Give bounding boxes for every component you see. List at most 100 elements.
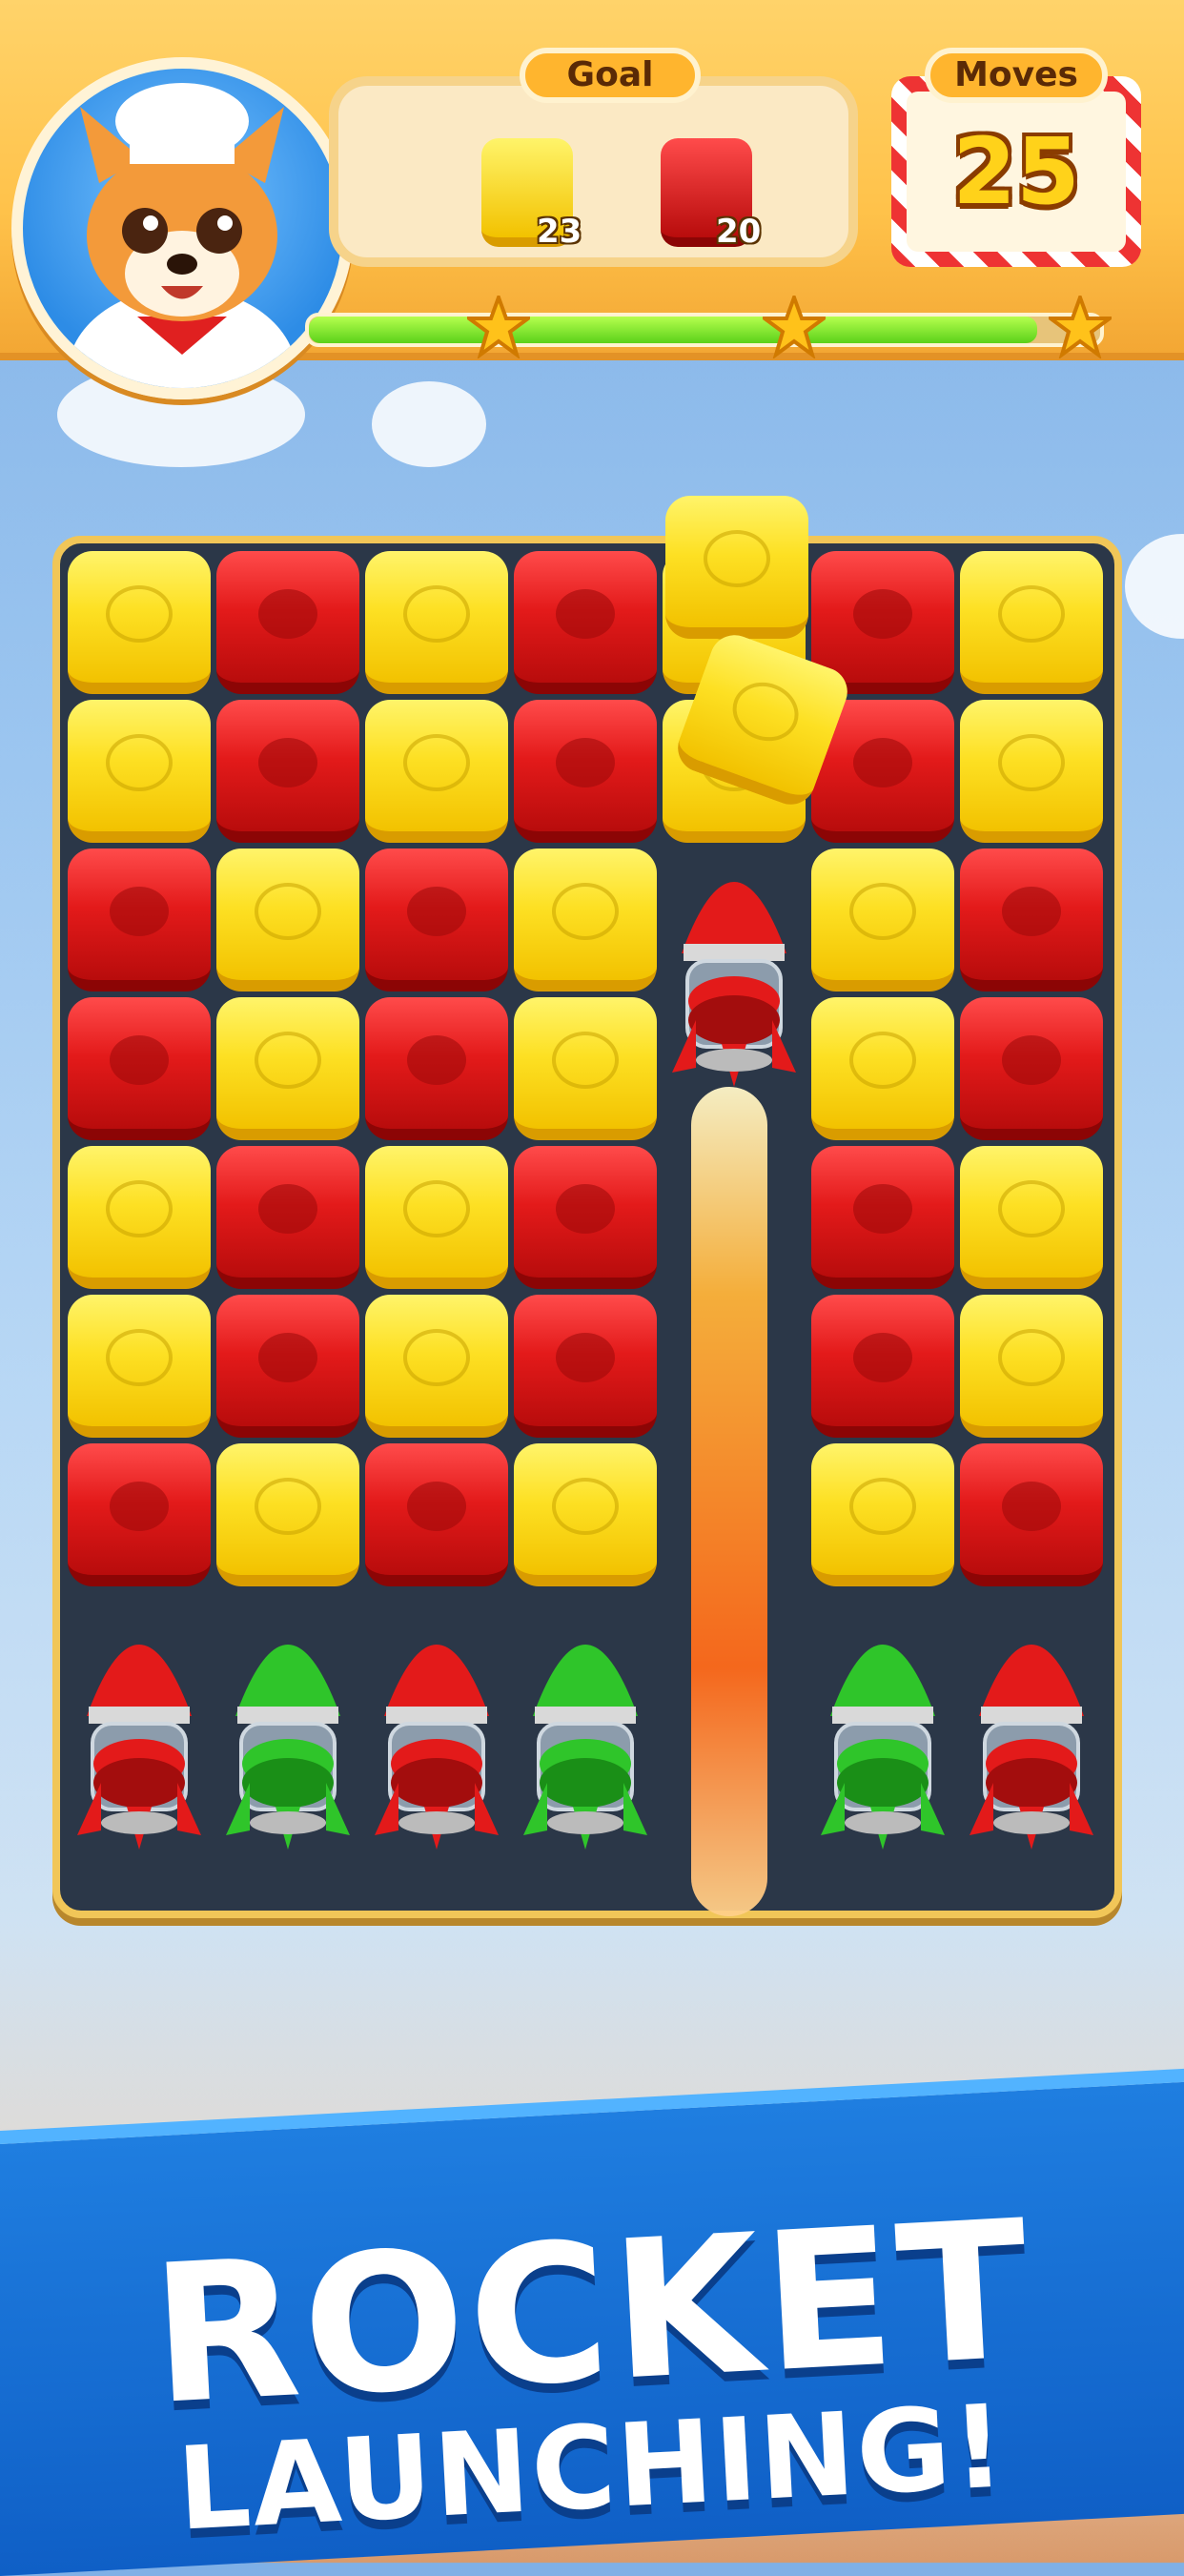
cube-emblem — [110, 1482, 169, 1532]
cube-emblem — [258, 589, 317, 640]
cube-emblem — [403, 585, 470, 644]
red-rocket-booster[interactable] — [960, 1573, 1103, 1850]
green-rocket-booster[interactable] — [216, 1573, 359, 1850]
cube-emblem — [998, 734, 1065, 792]
cube-emblem — [849, 883, 916, 941]
cube-emblem — [106, 734, 173, 792]
yellow-cube[interactable] — [365, 700, 508, 843]
cube-emblem — [1002, 887, 1061, 937]
goal-item-red: 20 — [661, 138, 761, 253]
cube-emblem — [998, 1329, 1065, 1387]
yellow-cube[interactable] — [216, 848, 359, 992]
yellow-cube[interactable] — [514, 848, 657, 992]
yellow-cube[interactable] — [960, 1295, 1103, 1438]
cube-emblem — [255, 1032, 321, 1090]
yellow-cube[interactable] — [960, 700, 1103, 843]
rocket-exhaust-trail — [691, 1087, 767, 1916]
cube-emblem — [849, 1032, 916, 1090]
yellow-cube[interactable] — [811, 997, 954, 1140]
red-cube[interactable] — [216, 1295, 359, 1438]
cube-emblem — [407, 1482, 466, 1532]
yellow-cube[interactable] — [811, 1443, 954, 1586]
red-cube[interactable] — [68, 848, 211, 992]
red-cube[interactable] — [365, 1443, 508, 1586]
cube-emblem — [849, 1478, 916, 1536]
red-cube[interactable] — [514, 551, 657, 694]
goal-count: 23 — [537, 213, 582, 251]
yellow-cube[interactable] — [68, 700, 211, 843]
cube-emblem — [403, 1329, 470, 1387]
yellow-cube[interactable] — [514, 997, 657, 1140]
yellow-cube[interactable] — [365, 1146, 508, 1289]
red-cube[interactable] — [514, 700, 657, 843]
score-progress-bar — [305, 313, 1104, 347]
goal-item-yellow: 23 — [481, 138, 582, 253]
goal-count: 20 — [716, 213, 762, 251]
red-cube[interactable] — [514, 1295, 657, 1438]
corgi-chef-icon — [68, 83, 296, 388]
yellow-cube[interactable] — [365, 551, 508, 694]
red-cube[interactable] — [68, 997, 211, 1140]
yellow-cube[interactable] — [68, 551, 211, 694]
green-rocket-booster[interactable] — [514, 1573, 657, 1850]
moves-counter: 25 — [952, 118, 1080, 225]
cloud-decoration — [372, 381, 486, 467]
cube-emblem — [106, 1329, 173, 1387]
cube-emblem — [853, 1333, 912, 1383]
corgi-chef-avatar[interactable] — [11, 57, 354, 399]
cube-emblem — [853, 738, 912, 788]
yellow-cube[interactable] — [811, 848, 954, 992]
cube-emblem — [1002, 1035, 1061, 1086]
yellow-cube[interactable] — [216, 1443, 359, 1586]
moves-label: Moves — [925, 48, 1108, 103]
yellow-cube[interactable] — [960, 551, 1103, 694]
cube-emblem — [255, 1478, 321, 1536]
moves-inner: 25 — [907, 92, 1126, 252]
cube-emblem — [258, 1333, 317, 1383]
cube-emblem — [998, 585, 1065, 644]
red-cube[interactable] — [365, 848, 508, 992]
cube-emblem — [556, 1184, 615, 1235]
goal-label: Goal — [520, 48, 701, 103]
cube-emblem — [552, 1032, 619, 1090]
red-cube[interactable] — [514, 1146, 657, 1289]
red-cube[interactable] — [811, 1295, 954, 1438]
score-progress-fill — [309, 317, 1037, 343]
cube-emblem — [403, 1180, 470, 1238]
red-rocket-booster[interactable] — [365, 1573, 508, 1850]
cube-emblem — [407, 1035, 466, 1086]
cube-emblem — [853, 589, 912, 640]
cube-emblem — [556, 738, 615, 788]
star-icon — [763, 296, 826, 358]
red-cube[interactable] — [960, 1443, 1103, 1586]
red-cube[interactable] — [216, 700, 359, 843]
cube-emblem — [110, 1035, 169, 1086]
yellow-cube[interactable] — [216, 997, 359, 1140]
red-cube[interactable] — [811, 1146, 954, 1289]
star-icon — [467, 296, 530, 358]
yellow-cube[interactable] — [365, 1295, 508, 1438]
cube-emblem — [853, 1184, 912, 1235]
goal-panel: 23 20 — [329, 76, 858, 267]
cube-emblem — [998, 1180, 1065, 1238]
game-board — [52, 536, 1122, 1918]
red-cube[interactable] — [216, 1146, 359, 1289]
falling-yellow-cube — [665, 496, 808, 639]
red-cube[interactable] — [216, 551, 359, 694]
red-cube[interactable] — [365, 997, 508, 1140]
red-cube[interactable] — [960, 997, 1103, 1140]
yellow-cube[interactable] — [514, 1443, 657, 1586]
cube-emblem — [552, 1478, 619, 1536]
yellow-cube[interactable] — [960, 1146, 1103, 1289]
cube-emblem — [552, 883, 619, 941]
cube-emblem — [255, 883, 321, 941]
red-cube[interactable] — [68, 1443, 211, 1586]
yellow-cube[interactable] — [68, 1295, 211, 1438]
cube-emblem — [106, 1180, 173, 1238]
yellow-cube[interactable] — [68, 1146, 211, 1289]
red-cube[interactable] — [960, 848, 1103, 992]
green-rocket-booster[interactable] — [811, 1573, 954, 1850]
cloud-decoration — [1125, 534, 1184, 639]
red-rocket-booster[interactable] — [68, 1573, 211, 1850]
red-rocket-booster[interactable] — [663, 810, 806, 1087]
